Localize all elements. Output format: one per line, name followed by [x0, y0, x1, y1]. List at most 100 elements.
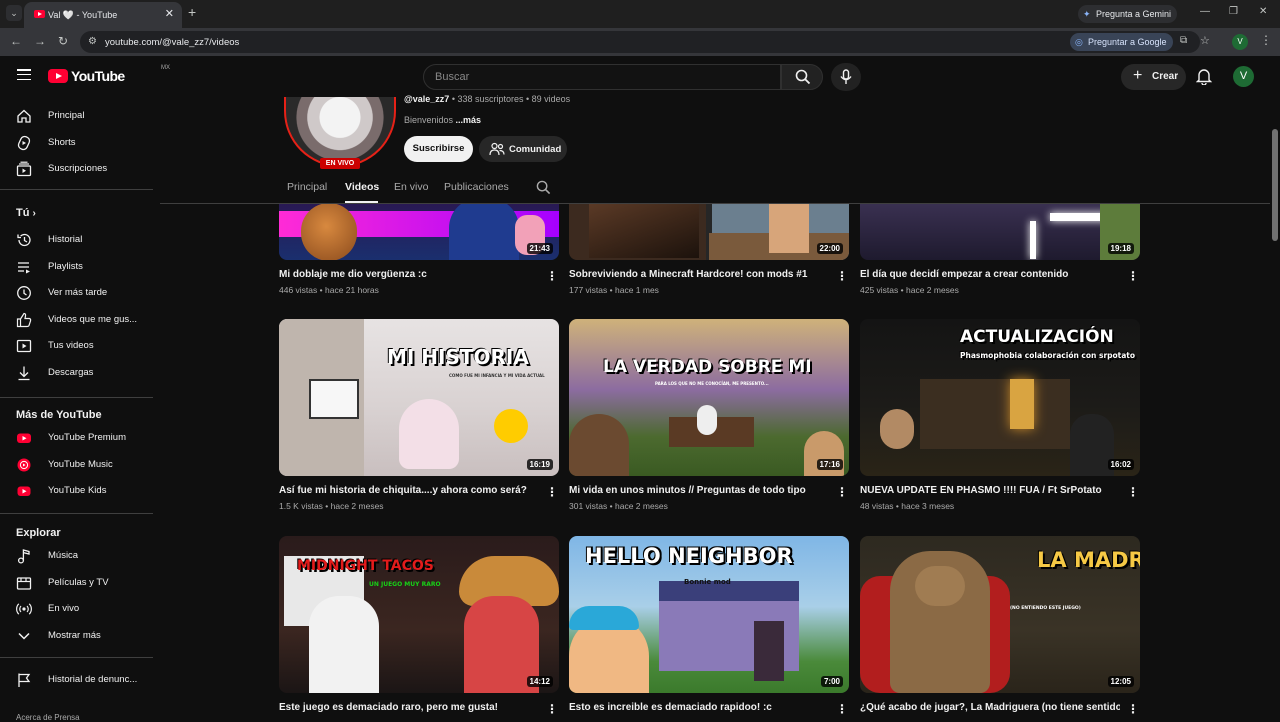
- video-title[interactable]: ¿Qué acabo de jugar?, La Madriguera (no …: [860, 702, 1120, 713]
- close-tab-icon[interactable]: ✕: [165, 7, 174, 20]
- create-button[interactable]: + Crear: [1121, 64, 1186, 90]
- browser-profile-avatar[interactable]: V: [1232, 34, 1248, 50]
- video-thumbnail[interactable]: 19:18: [860, 204, 1140, 260]
- video-title[interactable]: Mi vida en unos minutos // Preguntas de …: [569, 485, 829, 496]
- more-options-icon[interactable]: ⋮: [836, 485, 848, 499]
- channel-description[interactable]: Bienvenidos ...más: [404, 115, 481, 125]
- address-bar[interactable]: ⚙ youtube.com/@vale_zz7/videos Preguntar…: [80, 31, 1210, 53]
- video-title[interactable]: Sobreviviendo a Minecraft Hardcore! con …: [569, 269, 829, 280]
- close-window-icon[interactable]: ✕: [1259, 6, 1267, 17]
- account-avatar[interactable]: V: [1233, 66, 1254, 87]
- sidebar-item-watch-later[interactable]: Ver más tarde: [0, 280, 160, 307]
- thumbnail-text: LA VERDAD SOBRE MI: [603, 357, 812, 377]
- sidebar-item-youtube-music[interactable]: YouTube Music: [0, 452, 160, 479]
- sidebar-item-home[interactable]: Principal: [0, 103, 160, 130]
- video-age: hace 2 meses: [614, 501, 668, 511]
- sidebar-you-header[interactable]: Tú ›: [16, 207, 36, 219]
- video-views: 446 vistas: [279, 285, 318, 295]
- sidebar-item-shorts[interactable]: Shorts: [0, 130, 160, 157]
- sidebar-item-youtube-premium[interactable]: YouTube Premium: [0, 425, 160, 452]
- maximize-icon[interactable]: ❐: [1229, 6, 1238, 17]
- ask-google-button[interactable]: Preguntar a Google: [1070, 33, 1173, 51]
- forward-icon[interactable]: →: [34, 34, 46, 48]
- gemini-button[interactable]: Pregunta a Gemini: [1078, 5, 1178, 23]
- search-button[interactable]: [781, 64, 823, 90]
- video-thumbnail[interactable]: MIDNIGHT TACOS UN JUEGO MUY RARO 14:12: [279, 536, 559, 693]
- video-title[interactable]: El día que decidí empezar a crear conten…: [860, 269, 1120, 280]
- sidebar-item-report-history[interactable]: Historial de denunc...: [0, 667, 160, 694]
- channel-avatar[interactable]: [284, 97, 396, 167]
- subscribe-button[interactable]: Suscribirse: [404, 136, 473, 162]
- tab-videos[interactable]: Videos: [345, 181, 379, 193]
- sidebar-item-movies[interactable]: Películas y TV: [0, 570, 160, 597]
- sidebar-item-history[interactable]: Historial: [0, 227, 160, 254]
- video-thumbnail[interactable]: HELLO NEIGHBOR Bonnie mod 7:00: [569, 536, 849, 693]
- voice-search-button[interactable]: [831, 63, 861, 91]
- video-title[interactable]: Esto es increible es demaciado rapidoo! …: [569, 702, 829, 713]
- more-options-icon[interactable]: ⋮: [546, 702, 558, 716]
- video-title[interactable]: NUEVA UPDATE EN PHASMO !!!! FUA / Ft SrP…: [860, 485, 1120, 496]
- video-thumbnail[interactable]: MI HISTORIA COMO FUE MI INFANCIA Y MI VI…: [279, 319, 559, 476]
- more-options-icon[interactable]: ⋮: [1127, 269, 1139, 283]
- sidebar-item-liked-videos[interactable]: Videos que me gus...: [0, 307, 160, 334]
- sidebar-item-music[interactable]: Música: [0, 543, 160, 570]
- sidebar-item-your-videos[interactable]: Tus videos: [0, 333, 160, 360]
- sidebar-footer-links[interactable]: Acerca de Prensa: [16, 713, 80, 722]
- scrollbar-thumb[interactable]: [1272, 129, 1278, 241]
- live-badge: EN VIVO: [320, 158, 360, 169]
- bookmark-star-icon[interactable]: ☆: [1200, 34, 1210, 47]
- sidebar-show-more[interactable]: Mostrar más: [0, 623, 160, 650]
- more-options-icon[interactable]: ⋮: [836, 702, 848, 716]
- more-options-icon[interactable]: ⋮: [1127, 702, 1139, 716]
- sidebar-item-subscriptions[interactable]: Suscripciones: [0, 156, 160, 183]
- page-scrollbar[interactable]: [1270, 97, 1280, 720]
- video-duration: 7:00: [820, 676, 843, 687]
- reload-icon[interactable]: ↻: [58, 34, 68, 48]
- tab-posts[interactable]: Publicaciones: [444, 181, 509, 193]
- video-thumbnail[interactable]: 22:00: [569, 204, 849, 260]
- tab-list-button[interactable]: ⌄: [6, 5, 22, 21]
- sidebar-item-downloads[interactable]: Descargas: [0, 360, 160, 387]
- video-title[interactable]: Mi doblaje me dio vergüenza :c: [279, 269, 539, 280]
- community-button[interactable]: Comunidad: [479, 136, 567, 162]
- channel-search-icon[interactable]: [536, 180, 551, 195]
- tab-principal[interactable]: Principal: [287, 181, 327, 193]
- browser-menu-icon[interactable]: ⋮: [1260, 33, 1272, 47]
- video-duration: 21:43: [526, 243, 553, 254]
- search-input[interactable]: Buscar: [423, 64, 781, 90]
- video-thumbnail[interactable]: LA VERDAD SOBRE MI PARA LOS QUE NO ME CO…: [569, 319, 849, 476]
- more-options-icon[interactable]: ⋮: [546, 269, 558, 283]
- menu-icon[interactable]: [17, 69, 31, 81]
- new-tab-button[interactable]: +: [188, 4, 196, 20]
- video-age: hace 1 mes: [614, 285, 659, 295]
- channel-description-text: Bienvenidos: [404, 115, 456, 125]
- tab-live[interactable]: En vivo: [394, 181, 428, 193]
- masthead: YouTube MX Buscar + Crear V: [0, 56, 1280, 97]
- movies-icon: [16, 577, 32, 590]
- video-meta: 1.5 K vistas • hace 2 meses: [279, 501, 384, 511]
- install-app-icon[interactable]: ⧉: [1180, 35, 1187, 46]
- sidebar-item-live[interactable]: En vivo: [0, 596, 160, 623]
- video-thumbnail[interactable]: ACTUALIZACIÓN Phasmophobia colaboración …: [860, 319, 1140, 476]
- more-options-icon[interactable]: ⋮: [836, 269, 848, 283]
- video-title[interactable]: Este juego es demaciado raro, pero me gu…: [279, 702, 539, 713]
- description-more-link[interactable]: ...más: [456, 115, 482, 125]
- plus-icon: +: [1133, 67, 1143, 84]
- more-options-icon[interactable]: ⋮: [1127, 485, 1139, 499]
- browser-tab[interactable]: Val 🤍 - YouTube ✕: [24, 2, 182, 28]
- search-placeholder: Buscar: [435, 71, 470, 83]
- site-info-icon[interactable]: ⚙: [88, 36, 97, 47]
- video-title[interactable]: Así fue mi historia de chiquita....y aho…: [279, 485, 539, 496]
- sidebar-item-youtube-kids[interactable]: YouTube Kids: [0, 478, 160, 505]
- browser-tabstrip: ⌄ Val 🤍 - YouTube ✕ + Pregunta a Gemini …: [0, 0, 1280, 28]
- live-icon: [16, 603, 32, 615]
- video-duration: 12:05: [1107, 676, 1134, 687]
- video-thumbnail[interactable]: 21:43: [279, 204, 559, 260]
- sidebar-item-playlists[interactable]: Playlists: [0, 254, 160, 281]
- back-icon[interactable]: ←: [10, 34, 22, 48]
- video-thumbnail[interactable]: LA MADRIGUERA (NO ENTIENDO ESTE JUEGO) 1…: [860, 536, 1140, 693]
- notifications-bell-icon[interactable]: [1196, 68, 1212, 85]
- more-options-icon[interactable]: ⋮: [546, 485, 558, 499]
- minimize-icon[interactable]: —: [1200, 6, 1210, 17]
- sidebar-item-label: Películas y TV: [48, 577, 109, 588]
